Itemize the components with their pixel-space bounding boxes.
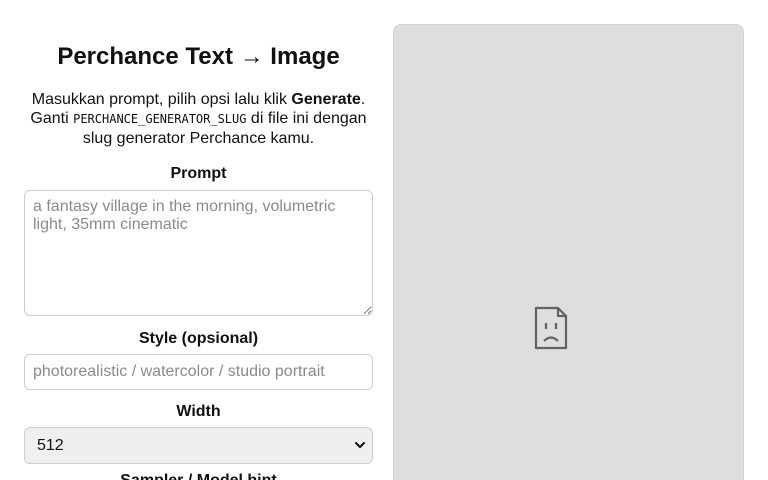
- description: Masukkan prompt, pilih opsi lalu klik Ge…: [24, 90, 373, 148]
- width-label: Width: [176, 403, 221, 420]
- page-title: Perchance Text → Image: [57, 43, 340, 70]
- style-label: Style (opsional): [138, 330, 259, 347]
- prompt-input[interactable]: [24, 190, 373, 316]
- width-select[interactable]: 512: [24, 427, 373, 464]
- broken-image-icon: [534, 306, 568, 350]
- description-slug-code: PERCHANCE_GENERATOR_SLUG: [73, 112, 247, 126]
- width-select-value: 512: [37, 437, 64, 454]
- style-input[interactable]: [24, 354, 373, 390]
- description-generate-word: Generate: [291, 91, 361, 108]
- chevron-down-icon: [355, 442, 365, 448]
- form-panel: Perchance Text → Image Masukkan prompt, …: [24, 0, 373, 480]
- prompt-label: Prompt: [170, 165, 227, 182]
- app-root: Perchance Text → Image Masukkan prompt, …: [0, 0, 768, 480]
- description-text-1: Masukkan prompt, pilih opsi lalu klik: [31, 91, 292, 108]
- image-preview: [393, 24, 744, 480]
- sampler-label: Sampler / Model hint: [24, 471, 373, 480]
